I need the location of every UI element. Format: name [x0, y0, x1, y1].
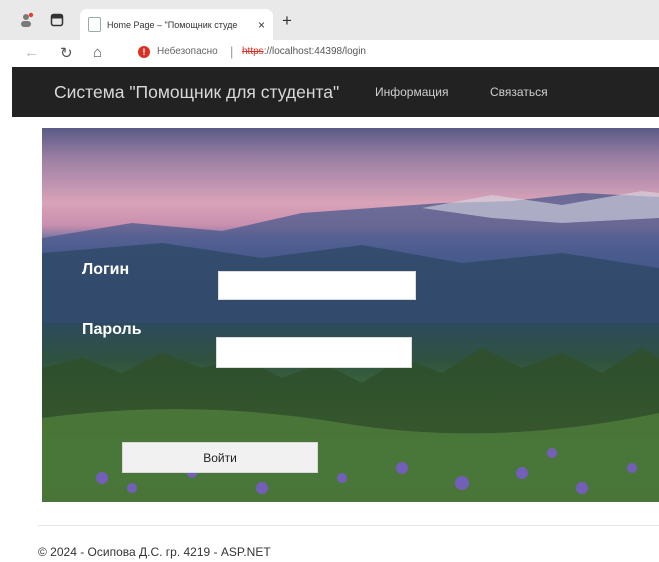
- profile-icon[interactable]: [18, 12, 34, 28]
- nav-link-info[interactable]: Информация: [375, 85, 448, 99]
- reload-icon[interactable]: ↻: [60, 44, 73, 62]
- page-favicon-icon: [88, 17, 101, 32]
- back-icon[interactable]: ←: [24, 44, 39, 61]
- not-secure-label[interactable]: Небезопасно: [157, 46, 218, 57]
- login-submit-button[interactable]: Войти: [122, 442, 318, 473]
- home-icon[interactable]: ⌂: [93, 44, 102, 61]
- password-label: Пароль: [82, 321, 142, 338]
- mountain-background-image: [42, 191, 659, 323]
- new-tab-icon[interactable]: +: [282, 11, 292, 31]
- address-url[interactable]: https://localhost:44398/login: [242, 46, 366, 57]
- url-scheme: https: [242, 46, 264, 57]
- tab-actions-icon[interactable]: [49, 12, 65, 28]
- site-brand-link[interactable]: Система "Помощник для студента": [54, 82, 339, 103]
- address-separator: |: [230, 44, 234, 59]
- login-hero-background: Логин Пароль Войти: [42, 128, 659, 502]
- login-label: Логин: [82, 261, 130, 278]
- footer-copyright: © 2024 - Осипова Д.С. гр. 4219 - ASP.NET: [38, 545, 271, 559]
- password-input[interactable]: [216, 337, 412, 368]
- tab-title: Home Page – "Помощник студе: [107, 19, 238, 30]
- site-navbar: Система "Помощник для студента" Информац…: [12, 67, 659, 117]
- nav-link-contact[interactable]: Связаться: [490, 85, 548, 99]
- login-input[interactable]: [218, 271, 416, 300]
- url-path: ://localhost:44398/login: [263, 46, 366, 57]
- browser-tab-strip: Home Page – "Помощник студе × +: [0, 0, 659, 40]
- active-browser-tab[interactable]: Home Page – "Помощник студе ×: [80, 9, 273, 40]
- address-bar-row: ← ↻ ⌂ ! Небезопасно | https://localhost:…: [0, 40, 659, 67]
- close-tab-icon[interactable]: ×: [258, 18, 265, 32]
- footer-divider: [38, 525, 659, 526]
- not-secure-warning-icon[interactable]: !: [138, 46, 150, 58]
